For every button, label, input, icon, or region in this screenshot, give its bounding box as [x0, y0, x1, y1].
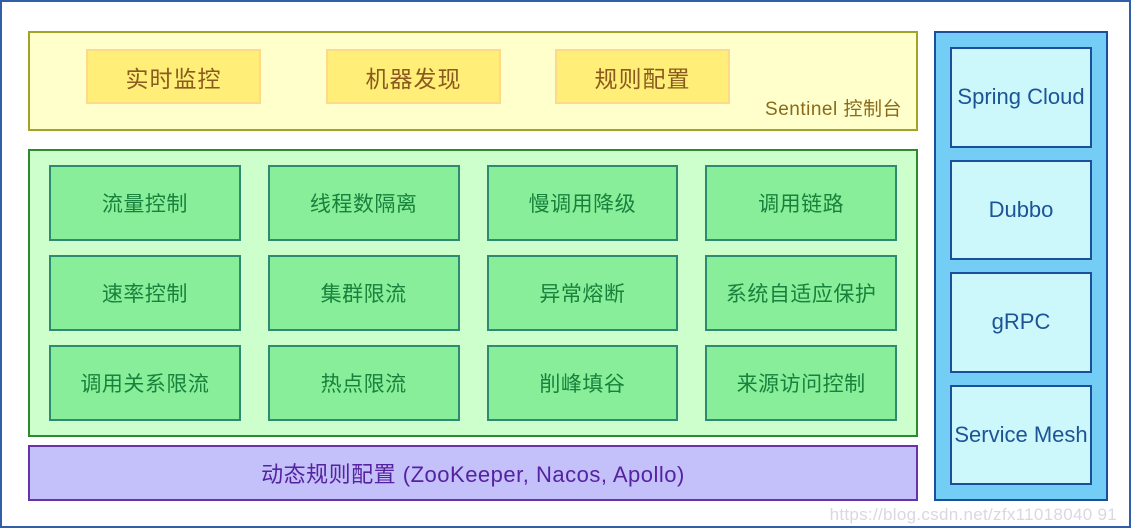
feature-cell-thread-isolation[interactable]: 线程数隔离 [267, 165, 460, 241]
integration-cell-grpc[interactable]: gRPC [950, 272, 1092, 373]
feature-cell-relation-flow-limit[interactable]: 调用关系限流 [49, 345, 241, 421]
integration-column: Spring Cloud Dubbo gRPC Service Mesh [934, 31, 1108, 501]
feature-cell-hotspot-flow-limit[interactable]: 热点限流 [267, 345, 460, 421]
feature-cell-cluster-flow-limit[interactable]: 集群限流 [267, 255, 460, 331]
watermark: https://blog.csdn.net/zfx11018040 91 [829, 505, 1117, 524]
integration-cell-service-mesh[interactable]: Service Mesh [950, 384, 1092, 485]
feature-cell-origin-access-control[interactable]: 来源访问控制 [705, 345, 897, 421]
console-button-label: 实时监控 [125, 65, 222, 92]
integration-cell-dubbo[interactable]: Dubbo [950, 159, 1092, 260]
dynamic-rule-config-bar[interactable]: 动态规则配置 (ZooKeeper, Nacos, Apollo) [28, 445, 918, 501]
console-button-realtime-monitor[interactable]: 实时监控 [86, 49, 261, 104]
sentinel-console-panel: 实时监控 机器发现 规则配置 Sentinel 控制台 [28, 31, 918, 131]
dynamic-rule-config-label: 动态规则配置 (ZooKeeper, Nacos, Apollo) [261, 462, 685, 487]
feature-cell-slow-call-degrade[interactable]: 慢调用降级 [486, 165, 679, 241]
feature-cell-call-chain[interactable]: 调用链路 [705, 165, 897, 241]
integration-cell-spring-cloud[interactable]: Spring Cloud [950, 47, 1092, 148]
feature-cell-rate-control[interactable]: 速率控制 [49, 255, 241, 331]
feature-cell-peak-shaving[interactable]: 削峰填谷 [486, 345, 679, 421]
console-button-label: 规则配置 [594, 65, 691, 92]
feature-cell-exception-circuit-break[interactable]: 异常熔断 [486, 255, 679, 331]
console-button-machine-discovery[interactable]: 机器发现 [326, 49, 501, 104]
console-button-rule-config[interactable]: 规则配置 [555, 49, 730, 104]
feature-cell-flow-control[interactable]: 流量控制 [49, 165, 241, 241]
feature-cell-system-adaptive-protection[interactable]: 系统自适应保护 [705, 255, 897, 331]
sentinel-feature-panel: 流量控制 线程数隔离 慢调用降级 调用链路 速率控制 集群限流 异常熔断 系统自… [28, 149, 918, 437]
console-panel-title: Sentinel 控制台 [765, 99, 902, 120]
diagram-canvas: 实时监控 机器发现 规则配置 Sentinel 控制台 流量控制 线程数隔离 慢… [0, 0, 1131, 528]
feature-grid: 流量控制 线程数隔离 慢调用降级 调用链路 速率控制 集群限流 异常熔断 系统自… [49, 165, 897, 421]
console-button-label: 机器发现 [365, 65, 462, 92]
sentinel-core-column: 实时监控 机器发现 规则配置 Sentinel 控制台 流量控制 线程数隔离 慢… [28, 31, 918, 501]
